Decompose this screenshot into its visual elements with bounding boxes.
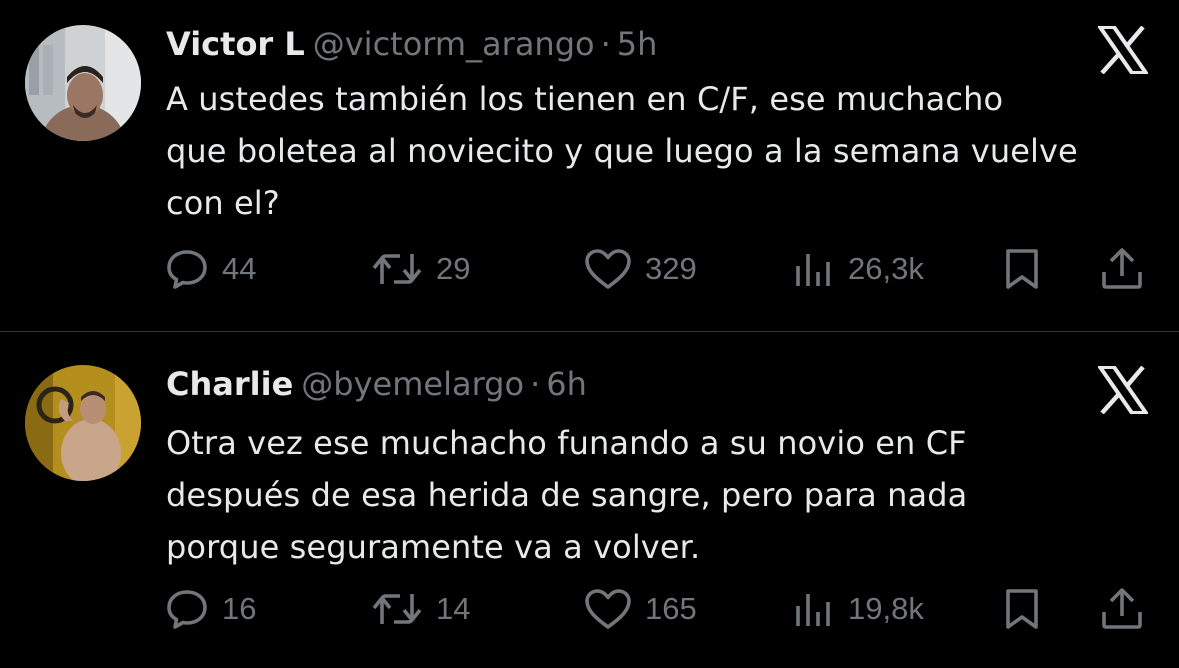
- views-icon: [796, 594, 830, 626]
- reply-button[interactable]: 44: [164, 241, 256, 297]
- reply-icon: [167, 250, 207, 289]
- share-icon: [1102, 248, 1142, 289]
- x-logo-icon: [1096, 25, 1150, 75]
- views-button[interactable]: 26,3k: [794, 241, 924, 297]
- like-button[interactable]: 165: [583, 581, 697, 637]
- reply-icon: [167, 590, 207, 629]
- like-icon: [585, 589, 631, 629]
- bookmark-button[interactable]: [1000, 241, 1044, 297]
- action-bar: 44 29 329 26,3k: [0, 241, 1179, 297]
- repost-icon: [372, 254, 422, 284]
- like-icon: [585, 249, 631, 289]
- tweet-card[interactable]: Victor L @victorm_arango · 5h A ustedes tam…: [0, 0, 1179, 331]
- avatar[interactable]: [25, 25, 141, 141]
- views-count: 26,3k: [848, 251, 924, 286]
- tweet-text-line: porque seguramente va a volver.: [166, 528, 701, 566]
- repost-count: 14: [436, 591, 471, 626]
- bookmark-icon: [1006, 249, 1038, 289]
- tweet-text-line: con el?: [166, 184, 280, 222]
- tweet-text: A ustedes también los tienen en C/F, ese…: [166, 73, 1156, 229]
- repost-icon: [372, 594, 422, 624]
- views-count: 19,8k: [848, 591, 924, 626]
- tweet-text-line: Otra vez ese muchacho funando a su novio…: [166, 424, 967, 462]
- tweet-header: Victor L @victorm_arango · 5h: [166, 24, 657, 64]
- reply-count: 44: [222, 251, 257, 286]
- action-bar: 16 14 165 19,8k: [0, 581, 1179, 637]
- timestamp[interactable]: 5h: [617, 25, 658, 63]
- tweet-text: Otra vez ese muchacho funando a su novio…: [166, 417, 1156, 573]
- bookmark-icon: [1006, 589, 1038, 629]
- repost-button[interactable]: 29: [370, 241, 470, 297]
- tweet-text-line: que boletea al noviecito y que luego a l…: [166, 132, 1078, 170]
- separator-dot: ·: [600, 25, 611, 63]
- tweet-header: Charlie @byemelargo · 6h: [166, 364, 587, 404]
- author-name[interactable]: Charlie: [166, 365, 293, 403]
- tweet-text-line: después de esa herida de sangre, pero pa…: [166, 476, 968, 514]
- bookmark-button[interactable]: [1000, 581, 1044, 637]
- like-count: 165: [645, 591, 697, 626]
- reply-button[interactable]: 16: [164, 581, 256, 637]
- avatar[interactable]: [25, 365, 141, 481]
- views-icon: [796, 254, 830, 286]
- views-button[interactable]: 19,8k: [794, 581, 924, 637]
- repost-count: 29: [436, 251, 471, 286]
- x-logo-icon: [1096, 365, 1150, 415]
- tweet-card[interactable]: Charlie @byemelargo · 6h Otra vez ese mucha…: [0, 332, 1179, 668]
- share-button[interactable]: [1099, 241, 1145, 297]
- author-handle[interactable]: @byemelargo: [301, 365, 524, 403]
- timestamp[interactable]: 6h: [546, 365, 587, 403]
- repost-button[interactable]: 14: [370, 581, 470, 637]
- author-name[interactable]: Victor L: [166, 25, 305, 63]
- reply-count: 16: [222, 591, 257, 626]
- share-icon: [1102, 588, 1142, 629]
- share-button[interactable]: [1099, 581, 1145, 637]
- tweet-text-line: A ustedes también los tienen en C/F, ese…: [166, 80, 1004, 118]
- like-button[interactable]: 329: [583, 241, 697, 297]
- author-handle[interactable]: @victorm_arango: [313, 25, 595, 63]
- like-count: 329: [645, 251, 697, 286]
- separator-dot: ·: [530, 365, 541, 403]
